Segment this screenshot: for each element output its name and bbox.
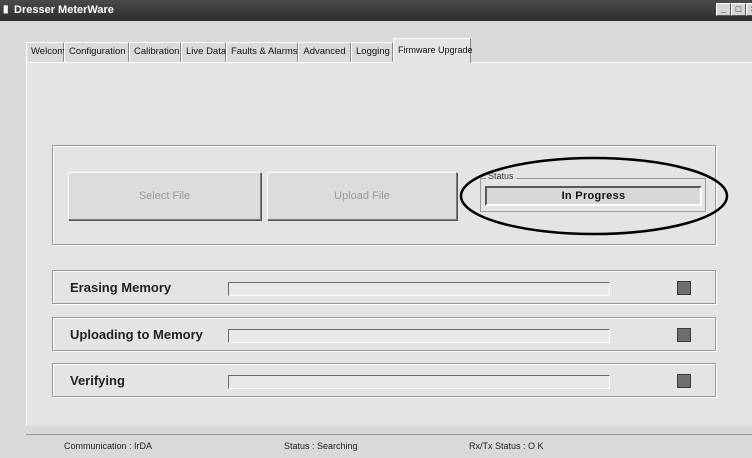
tab-firmware-upgrade[interactable]: Firmware Upgrade xyxy=(393,38,473,63)
status-highlight-ellipse xyxy=(459,156,729,236)
step-verifying: Verifying xyxy=(52,363,716,397)
application-window: ▮ Dresser MeterWare _ □ × Welcome Config… xyxy=(0,0,752,458)
tab-advanced[interactable]: Advanced xyxy=(298,42,351,62)
tab-calibration[interactable]: Calibration xyxy=(129,42,181,62)
upload-file-button[interactable]: Upload File xyxy=(267,172,457,220)
tab-faults-alarms[interactable]: Faults & Alarms xyxy=(226,42,298,62)
step-uploading-to-memory: Uploading to Memory xyxy=(52,317,716,351)
maximize-button[interactable]: □ xyxy=(731,3,746,16)
title-bar[interactable]: ▮ Dresser MeterWare _ □ × xyxy=(0,0,752,21)
minimize-button[interactable]: _ xyxy=(716,3,731,16)
tab-logging[interactable]: Logging xyxy=(351,42,393,62)
step-label: Uploading to Memory xyxy=(70,327,203,342)
erasing-progress-bar xyxy=(228,282,610,296)
window-title: Dresser MeterWare xyxy=(14,4,114,16)
step-label: Erasing Memory xyxy=(70,280,172,295)
erasing-status-indicator xyxy=(677,281,691,295)
tab-configuration[interactable]: Configuration xyxy=(64,42,129,62)
select-file-button[interactable]: Select File xyxy=(68,172,261,220)
close-button[interactable]: × xyxy=(746,3,752,16)
tab-live-data[interactable]: Live Data xyxy=(181,42,226,62)
step-erasing-memory: Erasing Memory xyxy=(52,270,716,304)
rxtx-status: Rx/Tx Status : O K xyxy=(469,441,544,451)
uploading-status-indicator xyxy=(677,328,691,342)
verifying-status-indicator xyxy=(677,374,691,388)
communication-status: Communication : IrDA xyxy=(64,441,153,451)
verifying-progress-bar xyxy=(228,375,610,389)
highlight-ellipse-shape xyxy=(459,156,729,236)
step-label: Verifying xyxy=(70,373,125,388)
uploading-progress-bar xyxy=(228,329,610,343)
app-icon[interactable]: ▮ xyxy=(3,5,13,15)
connection-status: Status : Searching xyxy=(284,441,358,451)
tab-welcome[interactable]: Welcome xyxy=(26,42,70,62)
